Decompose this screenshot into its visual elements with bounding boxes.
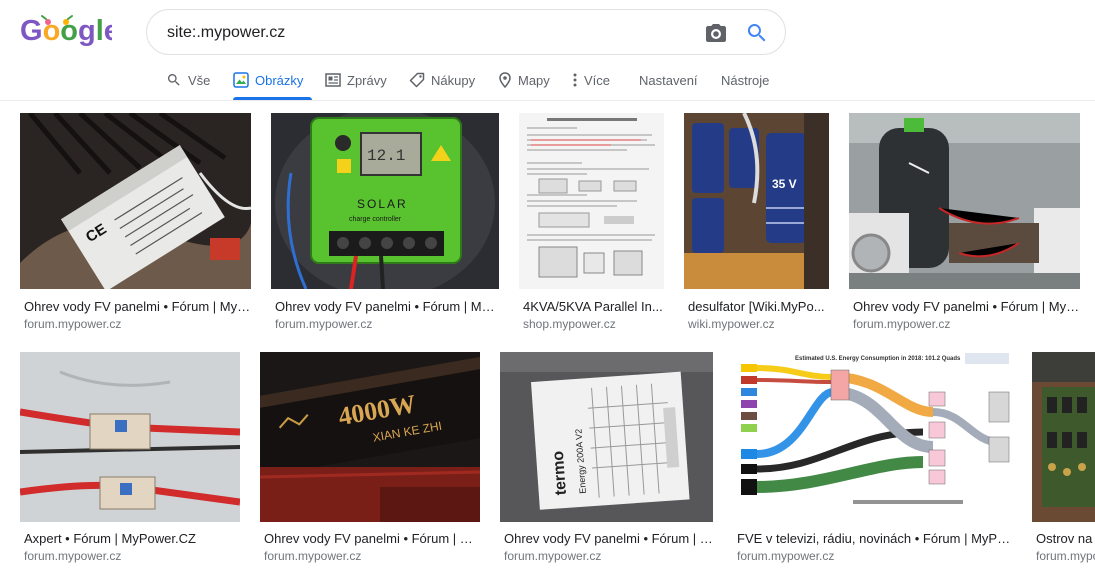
result-title: Axpert • Fórum | MyPower.CZ bbox=[24, 531, 196, 546]
image-result[interactable]: Ostrov na l forum.mypo bbox=[1032, 352, 1095, 572]
image-result[interactable]: Ohrev vody FV panelmi • Fórum | MyPo... … bbox=[849, 113, 1080, 333]
result-title: FVE v televizi, rádiu, novinách • Fórum … bbox=[737, 531, 1012, 546]
result-thumbnail bbox=[1032, 352, 1095, 522]
image-result[interactable]: Axpert • Fórum | MyPower.CZ forum.mypowe… bbox=[20, 352, 240, 572]
result-thumbnail bbox=[849, 113, 1080, 289]
tab-label: Více bbox=[584, 72, 611, 88]
tab-label: Mapy bbox=[518, 72, 550, 88]
solar-sub: charge controller bbox=[349, 216, 402, 223]
tab-label: Nákupy bbox=[431, 72, 476, 88]
result-thumbnail: 4000W XIAN KE ZHI bbox=[260, 352, 480, 522]
search-icon[interactable] bbox=[745, 21, 769, 45]
search-input[interactable] bbox=[167, 22, 687, 44]
result-domain: shop.mypower.cz bbox=[523, 317, 616, 331]
tab-news[interactable]: Zprávy bbox=[325, 60, 387, 100]
result-thumbnail: termo Energy 200A V2 bbox=[500, 352, 713, 522]
tab-label: Obrázky bbox=[255, 72, 304, 88]
result-title: Ohrev vody FV panelmi • Fórum | MyPo... bbox=[853, 299, 1080, 314]
result-title: Ohrev vody FV panelmi • Fórum | MyP... bbox=[275, 299, 499, 314]
result-thumbnail: Estimated U.S. Energy Consumption in 201… bbox=[733, 352, 1012, 522]
result-domain: forum.mypower.cz bbox=[504, 549, 602, 563]
more-vert-icon bbox=[573, 73, 577, 87]
tab-tools[interactable]: Nástroje bbox=[721, 60, 769, 100]
tab-images[interactable]: Obrázky bbox=[233, 60, 312, 100]
result-domain: forum.mypower.cz bbox=[737, 549, 835, 563]
tag-icon bbox=[409, 72, 425, 88]
tab-all[interactable]: Vše bbox=[166, 60, 210, 100]
result-thumbnail: CE bbox=[20, 113, 251, 289]
result-title: 4KVA/5KVA Parallel In... bbox=[523, 299, 663, 314]
search-box bbox=[146, 9, 786, 55]
capacitor-text: 35 V bbox=[772, 177, 797, 191]
search-icon bbox=[167, 74, 180, 86]
tab-label: Nástroje bbox=[721, 72, 770, 88]
camera-icon[interactable] bbox=[704, 21, 728, 45]
image-result[interactable]: 4KVA/5KVA Parallel In... shop.mypower.cz bbox=[519, 113, 664, 333]
result-domain: forum.mypower.cz bbox=[853, 317, 951, 331]
result-title: Ohrev vody FV panelmi • Fórum | My... bbox=[264, 531, 480, 546]
tab-label: Zprávy bbox=[347, 72, 387, 88]
image-result[interactable]: CE Ohrev vody FV panelmi • Fórum | MyPo.… bbox=[20, 113, 251, 333]
result-domain: forum.mypower.cz bbox=[264, 549, 362, 563]
result-title: Ohrev vody FV panelmi • Fórum | M... bbox=[504, 531, 713, 546]
result-domain: forum.mypower.cz bbox=[24, 549, 122, 563]
tab-settings[interactable]: Nastavení bbox=[639, 60, 698, 100]
result-domain: forum.mypower.cz bbox=[24, 317, 122, 331]
image-result[interactable]: 35 V desulfator [Wiki.MyPo... wiki.mypow… bbox=[684, 113, 829, 333]
image-result[interactable]: Estimated U.S. Energy Consumption in 201… bbox=[733, 352, 1012, 572]
image-result[interactable]: 4000W XIAN KE ZHI Ohrev vody FV panelmi … bbox=[260, 352, 480, 572]
image-icon bbox=[233, 72, 249, 88]
tab-maps[interactable]: Mapy bbox=[498, 60, 550, 100]
tab-label: Vše bbox=[188, 72, 211, 88]
tab-more[interactable]: Více bbox=[572, 60, 610, 100]
result-thumbnail: 12.1 SOLAR charge controller bbox=[271, 113, 499, 289]
header-divider bbox=[0, 100, 1095, 101]
result-title: Ostrov na l bbox=[1036, 531, 1095, 546]
image-result[interactable]: termo Energy 200A V2 Ohrev vody FV panel… bbox=[500, 352, 713, 572]
pin-icon bbox=[499, 72, 511, 88]
chart-title: Estimated U.S. Energy Consumption in 201… bbox=[795, 356, 961, 362]
label-brand: termo bbox=[550, 450, 570, 496]
result-title: desulfator [Wiki.MyPo... bbox=[688, 299, 825, 314]
result-thumbnail bbox=[20, 352, 240, 522]
news-icon bbox=[325, 73, 341, 87]
tab-shopping[interactable]: Nákupy bbox=[409, 60, 475, 100]
tab-label: Nastavení bbox=[639, 72, 698, 88]
google-logo[interactable]: Google bbox=[20, 10, 120, 50]
solar-word: SOLAR bbox=[357, 197, 408, 211]
result-title: Ohrev vody FV panelmi • Fórum | MyPo... bbox=[24, 299, 251, 314]
result-domain: wiki.mypower.cz bbox=[688, 317, 775, 331]
image-result[interactable]: 12.1 SOLAR charge controller Ohrev vody … bbox=[271, 113, 499, 333]
result-domain: forum.mypower.cz bbox=[275, 317, 373, 331]
result-thumbnail bbox=[519, 113, 664, 289]
lcd-readout: 12.1 bbox=[367, 147, 405, 165]
result-domain: forum.mypo bbox=[1036, 549, 1095, 563]
result-thumbnail: 35 V bbox=[684, 113, 829, 289]
search-tabs: Vše Obrázky Zprávy Nákupy Mapy Více Nast… bbox=[0, 60, 1095, 100]
